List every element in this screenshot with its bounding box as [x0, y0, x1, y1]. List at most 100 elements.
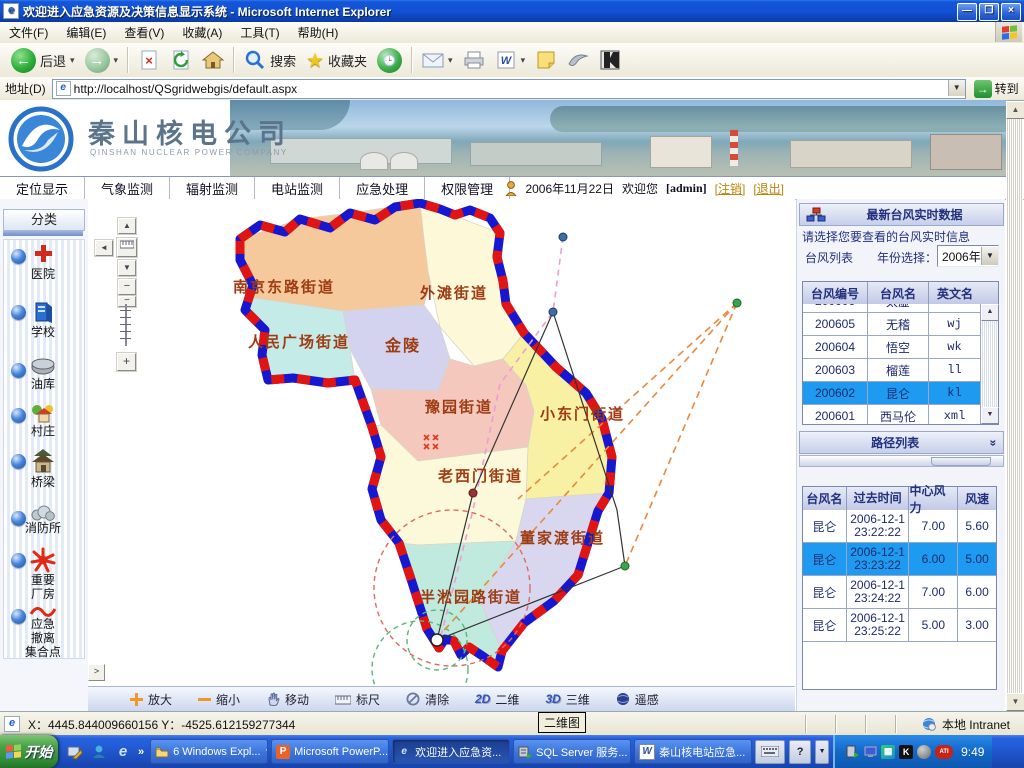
year-select[interactable]: 2006年 ▼	[937, 245, 999, 267]
close-button[interactable]: ×	[1001, 3, 1021, 21]
sidebar-item-hospital[interactable]: 医院	[3, 243, 83, 281]
taskbar-window-sql-server[interactable]: SQL Server 服务...	[513, 739, 631, 764]
quick-launch-overflow[interactable]: »	[138, 746, 144, 758]
title-bar[interactable]: e 欢迎进入应急资源及决策信息显示系统 - Microsoft Internet…	[0, 0, 1024, 22]
tray-ati-icon[interactable]: ATI	[935, 745, 953, 759]
menu-view[interactable]: 查看(V)	[115, 22, 173, 43]
map-tool-zoom-out[interactable]: 缩小	[198, 691, 240, 708]
path-row[interactable]: 昆仑2006-12-1 23:25:225.003.00	[803, 609, 996, 642]
tab-station[interactable]: 电站监测	[255, 177, 340, 200]
k-tool-button[interactable]	[594, 47, 626, 73]
typhoon-panel-header[interactable]: 最新台风实时数据	[799, 203, 1004, 226]
menu-tools[interactable]: 工具(T)	[231, 22, 288, 43]
edit-word-button[interactable]: W ▾	[490, 47, 531, 73]
sidebar-expand-button[interactable]: >	[88, 664, 105, 681]
go-button[interactable]: → 转到	[974, 80, 1019, 98]
sidebar-item-fire-station[interactable]: 消防所	[3, 505, 83, 535]
messenger-button[interactable]	[562, 47, 594, 73]
tab-weather[interactable]: 气象监测	[85, 177, 170, 200]
point-marker-green[interactable]	[733, 299, 741, 307]
mail-button[interactable]: ▾	[417, 47, 458, 73]
map-tool-pan[interactable]: 移动	[266, 691, 309, 708]
refresh-button[interactable]	[165, 47, 197, 73]
map-tool-zoom-in[interactable]: 放大	[130, 691, 172, 708]
path-row[interactable]: 昆仑2006-12-1 23:24:227.006.00	[803, 576, 996, 609]
point-marker-red[interactable]	[469, 489, 477, 497]
point-marker-blue[interactable]	[559, 233, 567, 241]
language-options-button[interactable]: ▼	[815, 740, 829, 764]
path-row-selected[interactable]: 昆仑2006-12-1 23:23:226.005.00	[803, 543, 996, 576]
zoom-out-step-button[interactable]: −	[118, 279, 136, 295]
pan-left-button[interactable]: ◄	[95, 240, 113, 256]
zoom-in-step-button[interactable]: +	[117, 353, 136, 371]
address-input[interactable]: e http://localhost/QSgridwebgis/default.…	[52, 79, 966, 99]
taskbar-clock[interactable]: 9:49	[961, 745, 984, 759]
point-marker-green[interactable]	[621, 562, 629, 570]
typhoon-center-marker[interactable]	[431, 634, 443, 646]
map-tool-ruler[interactable]: 标尺	[335, 691, 380, 708]
typhoon-row[interactable]: 200601西马伦xml	[803, 405, 980, 424]
print-button[interactable]	[458, 47, 490, 73]
map-tool-2d[interactable]: 2D 二维	[475, 691, 519, 708]
show-desktop-icon[interactable]	[66, 743, 84, 761]
menu-help[interactable]: 帮助(H)	[289, 22, 348, 43]
ruler-tool-button[interactable]	[117, 238, 137, 257]
home-button[interactable]	[197, 47, 229, 73]
path-list-header[interactable]: 路径列表 »	[799, 431, 1004, 454]
typhoon-row[interactable]: 200606太虚tx	[803, 304, 980, 313]
sidebar-header[interactable]: 分类	[3, 209, 85, 231]
pan-up-button[interactable]: ▲	[118, 218, 136, 234]
favorites-button[interactable]: ★ 收藏夹	[301, 46, 372, 75]
menu-file[interactable]: 文件(F)	[0, 22, 57, 43]
notes-button[interactable]	[530, 47, 562, 73]
typhoon-row-selected[interactable]: 200602昆仑kl	[803, 382, 980, 405]
back-button[interactable]: ← 后退▾	[6, 46, 80, 75]
tray-kaspersky-icon[interactable]: K	[899, 745, 913, 759]
zoom-slider[interactable]: −	[118, 296, 133, 352]
map-canvas[interactable]: 南京东路街道 外滩街道 人民广场街道 金陵 豫园街道 小东门街道 老西门街道 董…	[88, 199, 795, 686]
typhoon-row[interactable]: 200605无稽wj	[803, 313, 980, 336]
language-help-button[interactable]: ?	[789, 740, 811, 764]
sidebar-item-school[interactable]: 学校	[3, 299, 83, 339]
year-select-arrow[interactable]: ▼	[981, 247, 998, 265]
typhoon-list-scrollbar[interactable]: ▲ ▼	[980, 304, 998, 424]
tab-emergency[interactable]: 应急处理	[340, 177, 425, 200]
tab-radiation[interactable]: 辐射监测	[170, 177, 255, 200]
zoom-slider-minus[interactable]: −	[118, 296, 136, 307]
map-viewport[interactable]: 南京东路街道 外滩街道 人民广场街道 金陵 豫园街道 小东门街道 老西门街道 董…	[88, 199, 795, 686]
taskbar-window-powerpoint[interactable]: P Microsoft PowerP...	[271, 739, 389, 764]
sidebar-item-bridge[interactable]: 桥梁	[3, 448, 83, 489]
panel-splitter[interactable]	[799, 455, 1004, 467]
sidebar-item-important-plant[interactable]: 重要 厂房	[3, 547, 83, 601]
page-scrollbar[interactable]: ▲ ▼	[1006, 101, 1023, 711]
taskbar-window-explorer-group[interactable]: 6 Windows Expl... ▼	[150, 739, 268, 764]
path-row[interactable]: 昆仑2006-12-1 23:22:227.005.60	[803, 510, 996, 543]
typhoon-row[interactable]: 200603榴莲ll	[803, 359, 980, 382]
menu-edit[interactable]: 编辑(E)	[57, 22, 115, 43]
ie-quick-icon[interactable]: e	[114, 743, 132, 761]
language-keyboard-button[interactable]	[755, 740, 785, 764]
restore-button[interactable]: ❐	[979, 3, 999, 21]
point-marker-blue[interactable]	[549, 308, 557, 316]
tray-volume-icon[interactable]	[917, 745, 931, 759]
taskbar-window-ie-active[interactable]: e 欢迎进入应急资...	[392, 739, 510, 764]
forward-button[interactable]: →▾	[80, 46, 124, 75]
history-button[interactable]: 🕒	[372, 46, 407, 75]
exit-link[interactable]: [退出]	[753, 180, 784, 197]
messenger-quick-icon[interactable]	[90, 743, 108, 761]
stop-button[interactable]: ×	[133, 47, 165, 73]
search-button[interactable]: 搜索	[239, 47, 301, 73]
tray-network-icon[interactable]: ▦	[881, 745, 895, 759]
map-tool-clear[interactable]: 清除	[406, 691, 449, 708]
sidebar-item-oil-depot[interactable]: 油库	[3, 357, 83, 391]
tray-display-icon[interactable]	[863, 745, 877, 759]
scroll-down-button[interactable]: ▼	[981, 407, 999, 424]
page-scroll-up-button[interactable]: ▲	[1006, 101, 1024, 119]
tab-permission[interactable]: 权限管理	[425, 177, 510, 200]
scroll-up-button[interactable]: ▲	[981, 304, 999, 321]
map-tool-remote-sensing[interactable]: 遥感	[616, 691, 659, 708]
sidebar-item-village[interactable]: 村庄	[3, 402, 83, 438]
sidebar-item-evacuation-point[interactable]: 应急 撤离 集合点	[3, 603, 83, 659]
map-tool-3d[interactable]: 3D 三维	[545, 691, 589, 708]
address-dropdown-button[interactable]: ▼	[948, 80, 965, 96]
